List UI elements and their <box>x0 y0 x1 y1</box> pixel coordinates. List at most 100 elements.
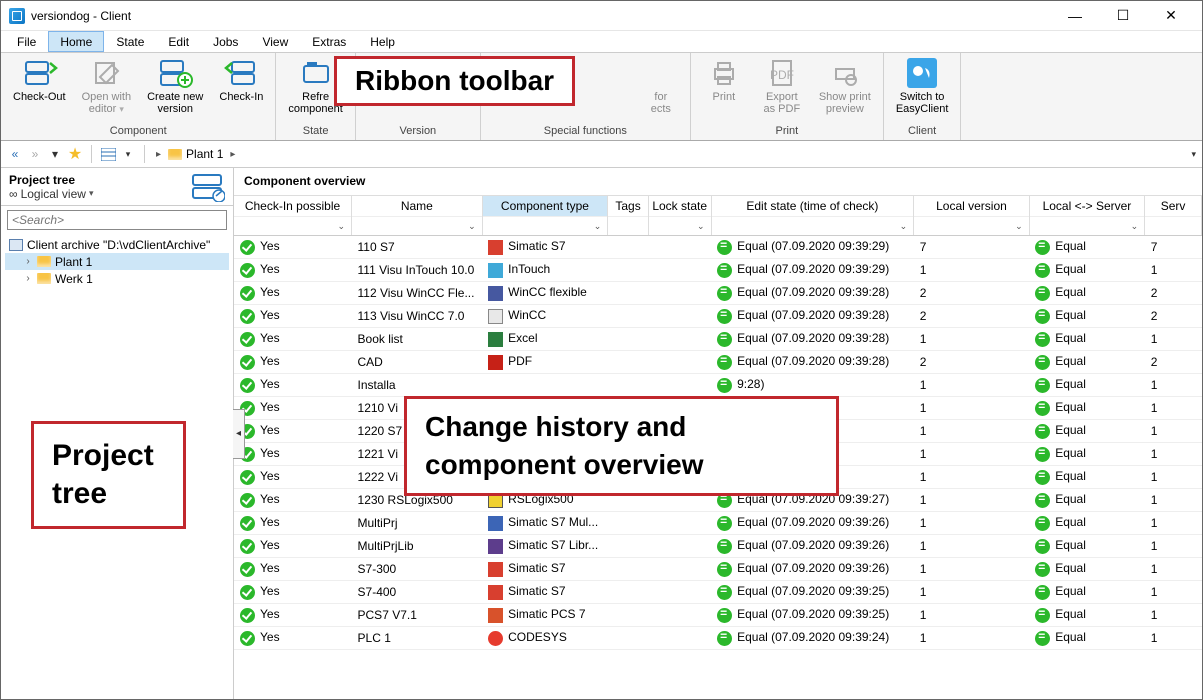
logical-view-label: Logical view <box>21 187 86 201</box>
table-row[interactable]: YesBook listExcelEqual (07.09.2020 09:39… <box>234 328 1202 351</box>
col-edit[interactable]: Edit state (time of check)⌄ <box>711 196 914 236</box>
menu-help[interactable]: Help <box>358 31 407 52</box>
cell-serverver: 7 <box>1145 236 1202 259</box>
breadcrumb-item[interactable]: Plant 1 <box>186 147 223 161</box>
cell-lock <box>648 259 711 282</box>
table-row[interactable]: YesMultiPrjLibSimatic S7 Libr...Equal (0… <box>234 535 1202 558</box>
cell-edit: Equal (07.09.2020 09:39:28) <box>711 305 914 328</box>
col-type[interactable]: Component type⌄ <box>482 196 608 236</box>
print-preview-button[interactable]: Show printpreview <box>811 55 879 123</box>
export-pdf-button[interactable]: PDF Exportas PDF <box>753 55 811 123</box>
cell-type: InTouch <box>482 259 608 282</box>
table-row[interactable]: Yes110 S7Simatic S7Equal (07.09.2020 09:… <box>234 236 1202 259</box>
cell-serverver: 1 <box>1145 466 1202 489</box>
separator <box>144 145 145 163</box>
expander-icon[interactable]: › <box>23 256 33 267</box>
cell-lock <box>648 581 711 604</box>
menu-home[interactable]: Home <box>48 31 104 52</box>
tree-item-werk1[interactable]: › Werk 1 <box>5 270 229 287</box>
maximize-button[interactable]: ☐ <box>1100 1 1146 31</box>
cell-serverver: 1 <box>1145 627 1202 650</box>
menu-view[interactable]: View <box>250 31 300 52</box>
table-row[interactable]: YesMultiPrjSimatic S7 Mul...Equal (07.09… <box>234 512 1202 535</box>
nav-forward-button[interactable]: » <box>27 146 43 162</box>
view-dropdown-button[interactable]: ▾ <box>120 146 136 162</box>
col-lock[interactable]: Lock state⌄ <box>648 196 711 236</box>
col-localver[interactable]: Local version⌄ <box>914 196 1029 236</box>
cell-localserver: Equal <box>1029 604 1144 627</box>
panel-icon[interactable] <box>191 172 225 202</box>
cell-type: CODESYS <box>482 627 608 650</box>
col-tags[interactable]: Tags <box>608 196 649 236</box>
print-button[interactable]: Print <box>695 55 753 123</box>
expander-icon[interactable]: › <box>23 273 33 284</box>
splitter-handle[interactable] <box>233 409 245 459</box>
pdf-icon: PDF <box>766 57 798 89</box>
menu-state[interactable]: State <box>104 31 156 52</box>
equal-icon <box>1035 470 1050 485</box>
cell-serverver: 2 <box>1145 305 1202 328</box>
nav-dropdown-button[interactable]: ▾ <box>47 146 63 162</box>
minimize-button[interactable]: — <box>1052 1 1098 31</box>
filter-dropdown-icon[interactable]: ⌄ <box>1131 221 1139 232</box>
breadcrumb-chevron[interactable]: ▸ <box>227 149 238 160</box>
checkout-button[interactable]: Check-Out <box>5 55 74 123</box>
breadcrumb-dropdown[interactable]: ▾ <box>1191 149 1196 160</box>
cell-serverver: 2 <box>1145 282 1202 305</box>
cell-localserver: Equal <box>1029 489 1144 512</box>
col-serverver[interactable]: Serv <box>1145 196 1202 236</box>
cell-lock <box>648 351 711 374</box>
ribbon-toolbar: Ribbon toolbar Check-Out Open witheditor… <box>1 53 1202 141</box>
filter-dropdown-icon[interactable]: ⌄ <box>468 221 476 232</box>
easyclient-button[interactable]: Switch toEasyClient <box>888 55 957 123</box>
menu-file[interactable]: File <box>5 31 48 52</box>
table-row[interactable]: YesS7-400Simatic S7Equal (07.09.2020 09:… <box>234 581 1202 604</box>
create-version-button[interactable]: Create newversion <box>139 55 211 123</box>
checkin-button[interactable]: Check-In <box>211 55 271 123</box>
filter-dropdown-icon[interactable]: ⌄ <box>697 221 705 232</box>
tree-item-plant1[interactable]: › Plant 1 <box>5 253 229 270</box>
cell-localver: 1 <box>914 558 1029 581</box>
col-name[interactable]: Name⌄ <box>352 196 483 236</box>
cell-edit: Equal (07.09.2020 09:39:29) <box>711 236 914 259</box>
table-row[interactable]: YesCADPDFEqual (07.09.2020 09:39:28)2Equ… <box>234 351 1202 374</box>
menu-jobs[interactable]: Jobs <box>201 31 250 52</box>
breadcrumb-chevron[interactable]: ▸ <box>153 149 164 160</box>
ok-icon <box>240 309 255 324</box>
open-with-editor-button[interactable]: Open witheditor ▾ <box>74 55 140 123</box>
menu-edit[interactable]: Edit <box>156 31 201 52</box>
table-row[interactable]: Yes112 Visu WinCC Fle...WinCC flexibleEq… <box>234 282 1202 305</box>
cell-type: Simatic S7 <box>482 581 608 604</box>
favorite-icon[interactable]: ★ <box>67 146 83 162</box>
cell-serverver: 2 <box>1145 351 1202 374</box>
logical-view-toggle[interactable]: ∞ Logical view ▾ <box>9 187 93 201</box>
list-view-icon[interactable] <box>100 146 116 162</box>
col-checkin[interactable]: Check-In possible⌄ <box>234 196 352 236</box>
table-row[interactable]: Yes111 Visu InTouch 10.0InTouchEqual (07… <box>234 259 1202 282</box>
close-button[interactable]: ✕ <box>1148 1 1194 31</box>
component-type-icon <box>488 355 503 370</box>
col-localserver[interactable]: Local <-> Server⌄ <box>1029 196 1144 236</box>
table-row[interactable]: YesInstalla9:28)1Equal1 <box>234 374 1202 397</box>
nav-back-button[interactable]: « <box>7 146 23 162</box>
special-for-button[interactable]: forects <box>636 55 686 123</box>
table-row[interactable]: YesPCS7 V7.1Simatic PCS 7Equal (07.09.20… <box>234 604 1202 627</box>
table-row[interactable]: Yes113 Visu WinCC 7.0WinCCEqual (07.09.2… <box>234 305 1202 328</box>
cell-checkin: Yes <box>234 535 352 558</box>
cell-localver: 1 <box>914 604 1029 627</box>
filter-dropdown-icon[interactable]: ⌄ <box>900 221 908 232</box>
ok-icon <box>240 378 255 393</box>
table-row[interactable]: YesS7-300Simatic S7Equal (07.09.2020 09:… <box>234 558 1202 581</box>
tree-root[interactable]: Client archive "D:\vdClientArchive" <box>5 236 229 253</box>
filter-dropdown-icon[interactable]: ⌄ <box>1015 221 1023 232</box>
filter-dropdown-icon[interactable]: ⌄ <box>337 221 345 232</box>
filter-dropdown-icon[interactable]: ⌄ <box>594 221 602 232</box>
project-tree-title: Project tree <box>9 173 93 187</box>
search-input[interactable] <box>8 213 226 227</box>
cell-edit: Equal (07.09.2020 09:39:25) <box>711 604 914 627</box>
table-row[interactable]: YesPLC 1CODESYSEqual (07.09.2020 09:39:2… <box>234 627 1202 650</box>
menu-extras[interactable]: Extras <box>300 31 358 52</box>
equal-icon <box>1035 447 1050 462</box>
special-label: forects <box>651 91 671 115</box>
cell-localver: 1 <box>914 374 1029 397</box>
